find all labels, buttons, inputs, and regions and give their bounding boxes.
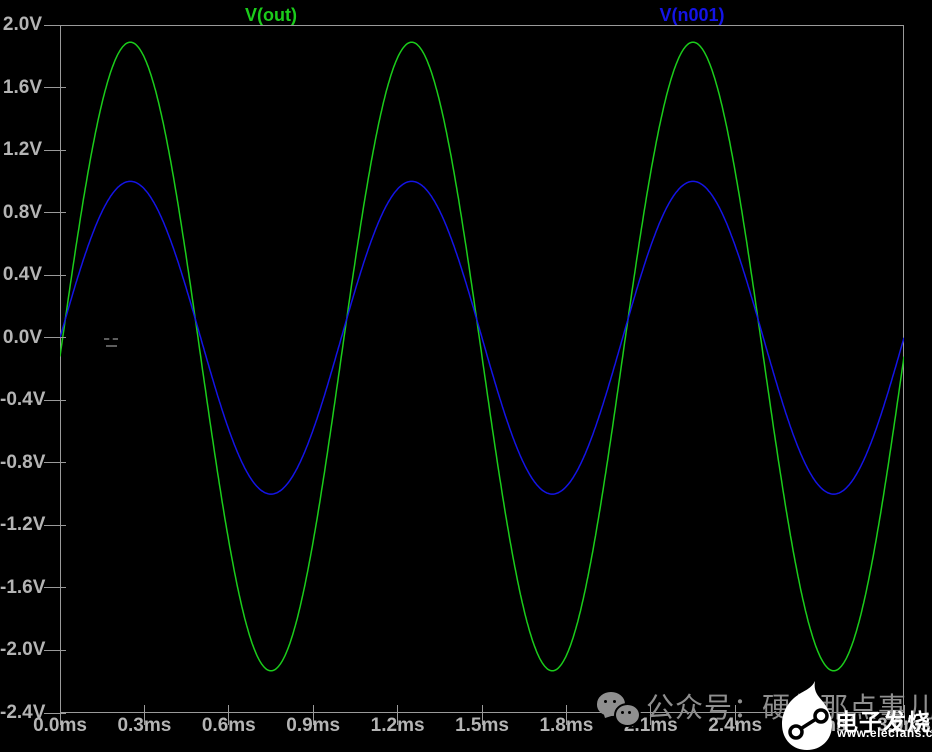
- y-tick: [44, 87, 66, 89]
- y-tick-label: -0.4V: [0, 389, 46, 411]
- y-tick-label: -0.8V: [0, 451, 46, 473]
- legend-vn001[interactable]: V(n001): [659, 5, 724, 26]
- y-tick: [44, 587, 66, 589]
- trace-canvas[interactable]: [60, 25, 904, 713]
- legend-vout[interactable]: V(out): [245, 5, 297, 26]
- y-tick: [44, 212, 66, 214]
- y-tick-label: -1.6V: [0, 576, 46, 598]
- waveform-viewer: { "chart_data": { "type": "line", "title…: [0, 0, 932, 752]
- x-tick-label: 0.6ms: [201, 715, 256, 736]
- y-tick: [44, 399, 66, 401]
- y-tick: [44, 462, 66, 464]
- wechat-icon: [597, 692, 645, 734]
- y-tick-label: 0.8V: [2, 201, 42, 223]
- x-tick-label: 1.5ms: [455, 715, 509, 736]
- x-tick-label: 0.3ms: [117, 715, 172, 736]
- y-tick-label: 0.4V: [2, 264, 42, 286]
- y-tick-label: 1.2V: [2, 139, 42, 161]
- trace-vout: [60, 41, 904, 672]
- x-tick-label: 0.9ms: [286, 715, 341, 736]
- y-tick-label: -1.2V: [0, 514, 46, 536]
- trace-vn001: [60, 180, 904, 495]
- y-tick: [44, 24, 66, 26]
- elecfans-leaf-icon: [782, 681, 832, 750]
- y-tick: [44, 524, 66, 526]
- y-tick: [44, 274, 66, 276]
- x-tick-label: 0.0ms: [33, 715, 87, 736]
- y-tick-label: 0.0V: [2, 326, 42, 348]
- x-tick-label: 1.8ms: [539, 715, 594, 736]
- y-tick: [44, 712, 66, 714]
- y-tick-label: 2.0V: [2, 14, 42, 35]
- y-tick: [44, 149, 66, 151]
- x-tick-label: 1.2ms: [370, 715, 425, 736]
- y-tick: [44, 337, 66, 339]
- y-tick: [44, 649, 66, 651]
- elecfans-url: www.elecfans.com: [837, 726, 932, 740]
- y-tick-label: 1.6V: [2, 76, 42, 98]
- y-tick-label: -2.0V: [0, 639, 46, 661]
